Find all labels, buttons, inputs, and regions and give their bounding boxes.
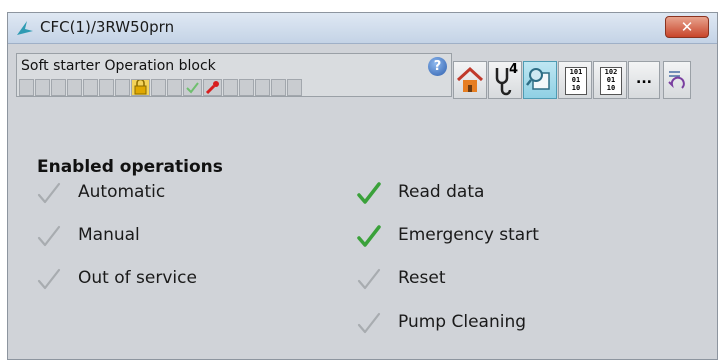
trend-button[interactable] xyxy=(523,61,557,99)
checkmark-icon xyxy=(37,225,61,247)
section-title: Enabled operations xyxy=(37,157,223,177)
binary-row: 10 xyxy=(606,84,616,92)
binary-1-icon: 101 01 10 xyxy=(565,67,587,95)
checkmark-icon xyxy=(37,268,61,290)
status-cell xyxy=(115,79,130,96)
side-tool-button[interactable] xyxy=(663,61,691,99)
check-status-icon xyxy=(183,79,202,96)
magnifier-icon xyxy=(526,68,550,90)
checkmark-icon xyxy=(357,312,381,334)
status-cell xyxy=(83,79,98,96)
app-logo-icon xyxy=(17,21,33,35)
binary-row: 01 xyxy=(606,76,616,84)
binary-2-icon: 102 01 10 xyxy=(600,67,622,95)
status-cell xyxy=(271,79,286,96)
faceplate-window: CFC(1)/3RW50prn ✕ Soft starter Operation… xyxy=(7,12,718,360)
close-button[interactable]: ✕ xyxy=(665,16,709,38)
status-cell xyxy=(239,79,254,96)
lock-icon xyxy=(131,78,150,96)
checkmark-icon xyxy=(357,182,381,204)
status-cell xyxy=(67,79,82,96)
help-icon[interactable]: ? xyxy=(428,57,447,76)
operation-label: Automatic xyxy=(78,182,166,202)
back-arrow-icon xyxy=(668,71,685,89)
binary-row: 10 xyxy=(571,84,581,92)
wrench-icon xyxy=(203,79,222,96)
checkmark-icon xyxy=(357,268,381,290)
binary-row: 101 xyxy=(569,68,583,76)
status-cell xyxy=(99,79,114,96)
status-cell xyxy=(35,79,50,96)
binary-row: 01 xyxy=(571,76,581,84)
title-bar: CFC(1)/3RW50prn ✕ xyxy=(8,13,717,44)
loop-display-button[interactable]: 4 xyxy=(488,61,522,99)
binary-row: 102 xyxy=(604,68,618,76)
operation-label: Reset xyxy=(398,268,446,288)
binary-view-2-button[interactable]: 102 01 10 xyxy=(593,61,627,99)
home-icon xyxy=(456,66,484,92)
operation-label: Read data xyxy=(398,182,485,202)
status-cell xyxy=(51,79,66,96)
binary-view-1-button[interactable]: 101 01 10 xyxy=(558,61,592,99)
operation-label: Pump Cleaning xyxy=(398,312,527,332)
status-cell xyxy=(167,79,182,96)
operation-label: Out of service xyxy=(78,268,197,288)
status-cell xyxy=(255,79,270,96)
home-button[interactable] xyxy=(453,61,487,99)
counter-label: 4 xyxy=(509,62,519,77)
operation-label: Manual xyxy=(78,225,140,245)
status-cell xyxy=(287,79,302,96)
checkmark-icon xyxy=(357,225,381,247)
operation-label: Emergency start xyxy=(398,225,539,245)
status-cell xyxy=(19,79,34,96)
status-cell xyxy=(151,79,166,96)
block-header: Soft starter Operation block ? xyxy=(16,53,452,97)
more-button[interactable]: ... xyxy=(628,61,660,99)
window-title: CFC(1)/3RW50prn xyxy=(40,18,175,36)
block-name: Soft starter Operation block xyxy=(21,58,216,74)
status-cell xyxy=(223,79,238,96)
checkmark-icon xyxy=(37,182,61,204)
